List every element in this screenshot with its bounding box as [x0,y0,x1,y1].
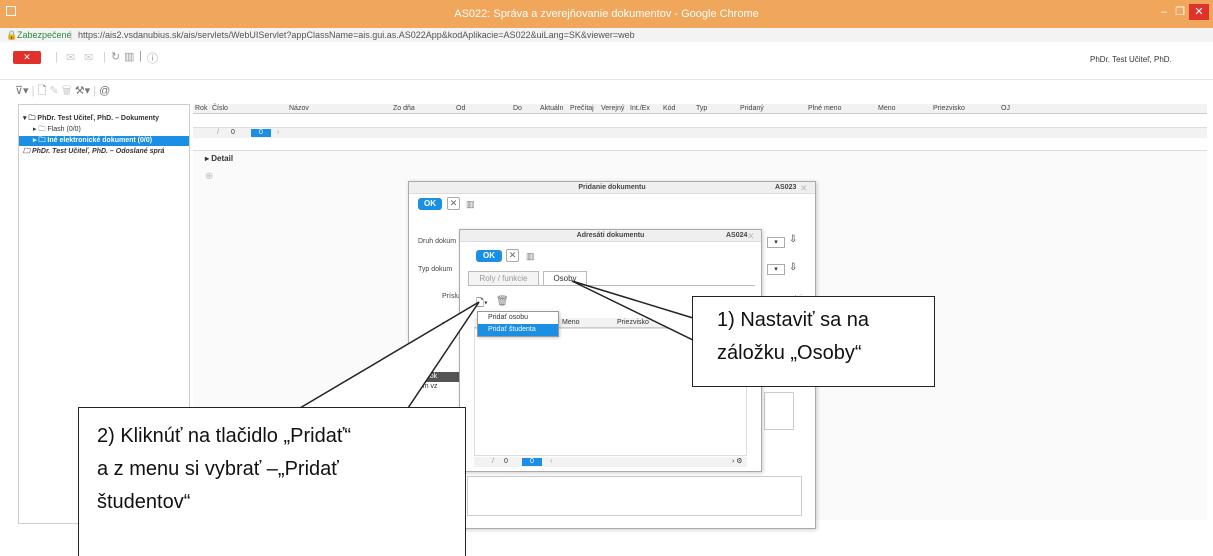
callout-2: 2) Kliknúť na tlačidlo „Pridať“ a z menu… [78,407,466,556]
callout-2-line: a z menu si vybrať –„Pridať [97,458,339,480]
callout-1: 1) Nastaviť sa na záložku „Osoby“ [692,296,935,387]
callout-1-line: 1) Nastaviť sa na [717,309,870,331]
callout-1-pointer [571,280,694,342]
callout-2-line: 2) Kliknúť na tlačidlo „Pridať“ [97,425,351,447]
callout-2-line: študentov“ [97,491,191,513]
callout-1-line: záložku „Osoby“ [717,342,862,364]
callout-2-pointer [297,301,480,409]
